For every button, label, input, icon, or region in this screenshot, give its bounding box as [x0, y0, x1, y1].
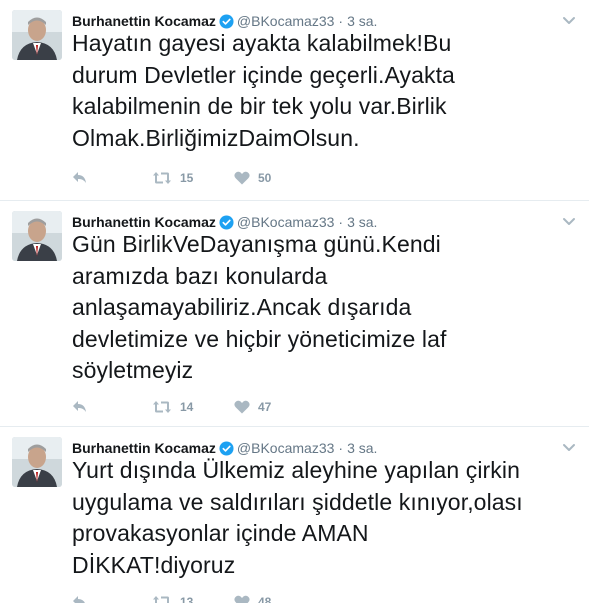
- tweet-text-line: durum Devletler içinde geçerli.Ayakta: [72, 61, 455, 88]
- like-count: 50: [258, 171, 272, 185]
- tweet[interactable]: Burhanettin Kocamaz @BKocamaz33 · 3 sa. …: [0, 201, 589, 427]
- verified-badge-icon: [219, 440, 234, 456]
- tweet-text-line: devletimize ve hiçbir yöneticimize laf: [72, 325, 447, 352]
- reply-icon: [73, 172, 86, 183]
- chevron-down-icon[interactable]: [561, 12, 577, 28]
- retweet-button[interactable]: 14: [152, 400, 234, 414]
- retweet-count: 14: [180, 400, 194, 414]
- tweet-text-line: provakasyonlar içinde AMAN: [72, 520, 369, 546]
- tweet-text-line: uygulama ve saldırıları şiddetle kınıyor…: [72, 488, 523, 515]
- author-name[interactable]: Burhanettin Kocamaz: [72, 13, 216, 29]
- avatar[interactable]: [12, 211, 62, 261]
- tweet-text-line: Gün BirlikVeDayanışma günü.Kendi: [72, 231, 441, 257]
- timestamp[interactable]: 3 sa.: [347, 13, 377, 29]
- tweet-text: Yurt dışında Ülkemiz aleyhine yapılan çi…: [72, 455, 582, 581]
- like-count: 47: [258, 400, 272, 414]
- avatar[interactable]: [12, 10, 62, 60]
- tweet-actions: 14 47: [72, 397, 314, 417]
- retweet-count: 15: [180, 171, 194, 185]
- timestamp[interactable]: 3 sa.: [347, 214, 377, 230]
- tweet-feed: Burhanettin Kocamaz @BKocamaz33 · 3 sa. …: [0, 0, 589, 603]
- tweet-text-line: anlaşamayabiliriz.Ancak dışarıda: [72, 294, 412, 320]
- verified-badge-icon: [219, 214, 234, 230]
- retweet-count: 13: [180, 595, 194, 603]
- tweet-text-line: Olmak.BirliğimizDaimOlsun.: [72, 124, 360, 151]
- author-name[interactable]: Burhanettin Kocamaz: [72, 214, 216, 230]
- chevron-down-icon[interactable]: [561, 439, 577, 455]
- tweet-actions: 15 50: [72, 168, 314, 188]
- heart-icon: [234, 400, 250, 414]
- like-count: 48: [258, 595, 272, 603]
- chevron-down-icon[interactable]: [561, 213, 577, 229]
- author-handle[interactable]: @BKocamaz33: [237, 440, 334, 456]
- reply-button[interactable]: [72, 595, 152, 603]
- like-button[interactable]: 47: [234, 400, 314, 414]
- separator-dot: ·: [338, 440, 344, 456]
- author-handle[interactable]: @BKocamaz33: [237, 13, 334, 29]
- retweet-button[interactable]: 15: [152, 171, 234, 185]
- tweet-text: Hayatın gayesi ayakta kalabilmek!Bu duru…: [72, 28, 582, 154]
- like-button[interactable]: 50: [234, 171, 314, 185]
- tweet-actions: 13 48: [72, 592, 314, 603]
- tweet-text-line: DİKKAT!diyoruz: [72, 551, 236, 578]
- timestamp[interactable]: 3 sa.: [347, 440, 377, 456]
- author-name[interactable]: Burhanettin Kocamaz: [72, 440, 216, 456]
- tweet-text-line: kalabilmenin de bir tek yolu var.Birlik: [72, 93, 447, 119]
- heart-icon: [234, 171, 250, 185]
- tweet[interactable]: Burhanettin Kocamaz @BKocamaz33 · 3 sa. …: [0, 427, 589, 603]
- reply-icon: [73, 596, 85, 603]
- reply-icon: [73, 401, 86, 412]
- separator-dot: ·: [338, 214, 344, 230]
- avatar[interactable]: [12, 437, 62, 487]
- retweet-button[interactable]: 13: [152, 595, 234, 603]
- tweet-text-line: aramızda bazı konularda: [72, 262, 328, 289]
- retweet-icon: [153, 172, 171, 184]
- tweet-text-line: Hayatın gayesi ayakta kalabilmek!Bu: [72, 30, 452, 56]
- retweet-icon: [153, 596, 169, 603]
- reply-button[interactable]: [72, 171, 152, 185]
- separator-dot: ·: [338, 13, 344, 29]
- like-button[interactable]: 48: [234, 595, 314, 603]
- author-handle[interactable]: @BKocamaz33: [237, 214, 334, 230]
- heart-icon: [234, 595, 250, 603]
- tweet-text-line: Yurt dışında Ülkemiz aleyhine yapılan çi…: [72, 457, 521, 483]
- tweet-text: Gün BirlikVeDayanışma günü.Kendi aramızd…: [72, 229, 582, 387]
- reply-button[interactable]: [72, 400, 152, 414]
- retweet-icon: [153, 401, 171, 413]
- tweet-text-line: söyletmeyiz: [72, 357, 194, 383]
- verified-badge-icon: [219, 13, 234, 29]
- tweet[interactable]: Burhanettin Kocamaz @BKocamaz33 · 3 sa. …: [0, 0, 589, 201]
